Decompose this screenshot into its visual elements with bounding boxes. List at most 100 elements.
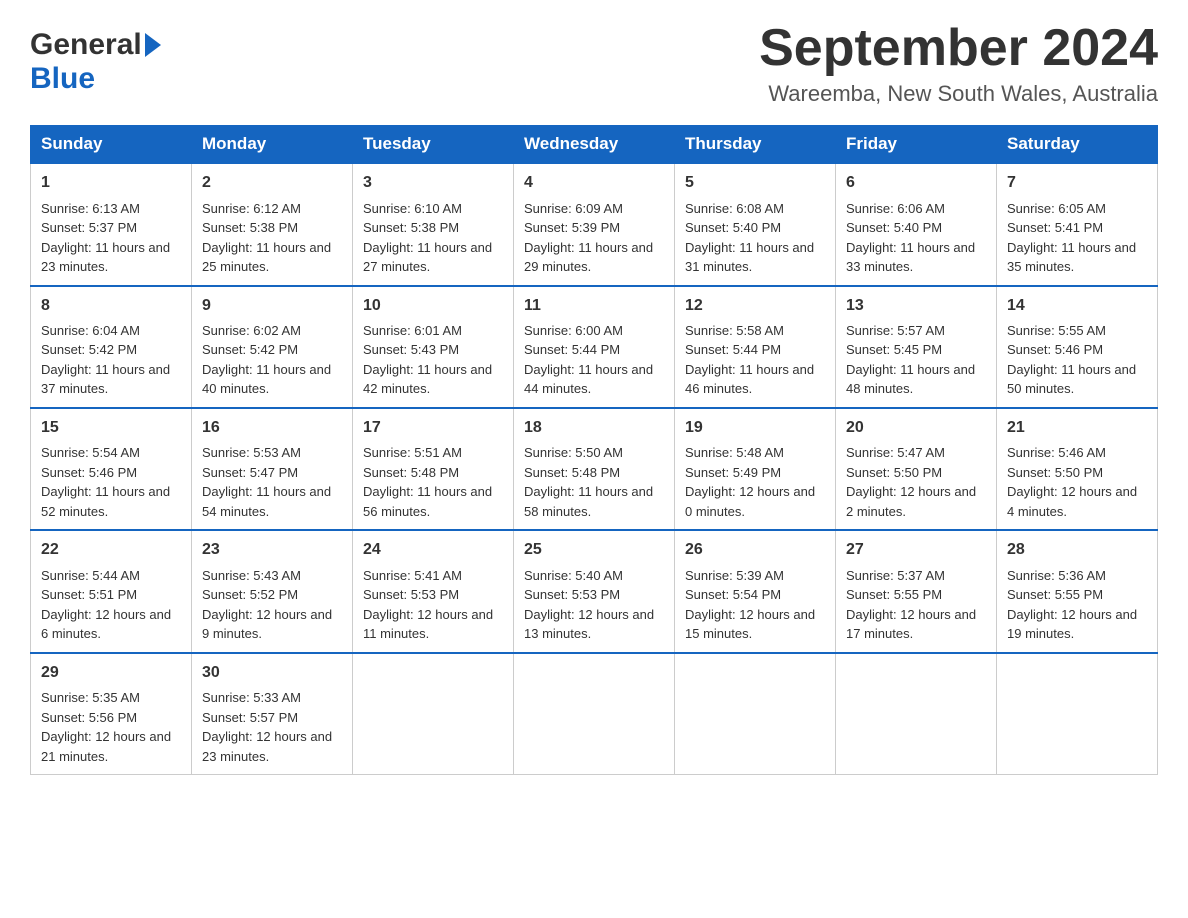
- day-number: 18: [524, 417, 664, 439]
- week-row-3: 15 Sunrise: 5:54 AMSunset: 5:46 PMDayligh…: [31, 408, 1158, 530]
- week-row-1: 1 Sunrise: 6:13 AMSunset: 5:37 PMDaylight…: [31, 163, 1158, 285]
- calendar-cell: 15 Sunrise: 5:54 AMSunset: 5:46 PMDayligh…: [31, 408, 192, 530]
- calendar-cell: 21 Sunrise: 5:46 AMSunset: 5:50 PMDayligh…: [997, 408, 1158, 530]
- day-info: Sunrise: 6:08 AMSunset: 5:40 PMDaylight:…: [685, 199, 825, 277]
- day-number: 29: [41, 662, 181, 684]
- day-number: 1: [41, 172, 181, 194]
- day-info: Sunrise: 5:48 AMSunset: 5:49 PMDaylight:…: [685, 443, 825, 521]
- logo: General Blue: [30, 20, 161, 96]
- page-header: General Blue September 2024 Wareemba, Ne…: [30, 20, 1158, 107]
- day-number: 7: [1007, 172, 1147, 194]
- calendar-cell: 28Sunrise: 5:36 AMSunset: 5:55 PMDayligh…: [997, 530, 1158, 652]
- calendar-cell: 18 Sunrise: 5:50 AMSunset: 5:48 PMDayligh…: [514, 408, 675, 530]
- calendar-cell: 19 Sunrise: 5:48 AMSunset: 5:49 PMDayligh…: [675, 408, 836, 530]
- day-info: Sunrise: 6:01 AMSunset: 5:43 PMDaylight:…: [363, 321, 503, 399]
- day-info: Sunrise: 5:50 AMSunset: 5:48 PMDaylight:…: [524, 443, 664, 521]
- calendar-cell: 20 Sunrise: 5:47 AMSunset: 5:50 PMDayligh…: [836, 408, 997, 530]
- day-number: 23: [202, 539, 342, 561]
- calendar-cell: 16 Sunrise: 5:53 AMSunset: 5:47 PMDayligh…: [192, 408, 353, 530]
- day-number: 20: [846, 417, 986, 439]
- day-info: Sunrise: 6:12 AMSunset: 5:38 PMDaylight:…: [202, 199, 342, 277]
- day-info: Sunrise: 6:09 AMSunset: 5:39 PMDaylight:…: [524, 199, 664, 277]
- day-info: Sunrise: 5:54 AMSunset: 5:46 PMDaylight:…: [41, 443, 181, 521]
- day-info: Sunrise: 5:41 AMSunset: 5:53 PMDaylight:…: [363, 566, 503, 644]
- logo-blue-text: Blue: [30, 62, 95, 96]
- col-header-thursday: Thursday: [675, 126, 836, 164]
- day-info: Sunrise: 5:46 AMSunset: 5:50 PMDaylight:…: [1007, 443, 1147, 521]
- calendar-cell: 26Sunrise: 5:39 AMSunset: 5:54 PMDayligh…: [675, 530, 836, 652]
- calendar-cell: 17 Sunrise: 5:51 AMSunset: 5:48 PMDayligh…: [353, 408, 514, 530]
- day-info: Sunrise: 6:02 AMSunset: 5:42 PMDaylight:…: [202, 321, 342, 399]
- calendar-cell: 24 Sunrise: 5:41 AMSunset: 5:53 PMDayligh…: [353, 530, 514, 652]
- calendar-cell: 29 Sunrise: 5:35 AMSunset: 5:56 PMDayligh…: [31, 653, 192, 775]
- day-info: Sunrise: 5:44 AMSunset: 5:51 PMDaylight:…: [41, 566, 181, 644]
- location-text: Wareemba, New South Wales, Australia: [759, 81, 1158, 107]
- calendar-cell: 1 Sunrise: 6:13 AMSunset: 5:37 PMDaylight…: [31, 163, 192, 285]
- day-info: Sunrise: 5:55 AMSunset: 5:46 PMDaylight:…: [1007, 321, 1147, 399]
- day-info: Sunrise: 5:47 AMSunset: 5:50 PMDaylight:…: [846, 443, 986, 521]
- calendar-cell: 13 Sunrise: 5:57 AMSunset: 5:45 PMDayligh…: [836, 286, 997, 408]
- calendar-table: SundayMondayTuesdayWednesdayThursdayFrid…: [30, 125, 1158, 775]
- day-number: 3: [363, 172, 503, 194]
- title-section: September 2024 Wareemba, New South Wales…: [759, 20, 1158, 107]
- calendar-cell: 10 Sunrise: 6:01 AMSunset: 5:43 PMDayligh…: [353, 286, 514, 408]
- calendar-cell: 4 Sunrise: 6:09 AMSunset: 5:39 PMDaylight…: [514, 163, 675, 285]
- calendar-cell: 2 Sunrise: 6:12 AMSunset: 5:38 PMDaylight…: [192, 163, 353, 285]
- day-info: Sunrise: 5:35 AMSunset: 5:56 PMDaylight:…: [41, 688, 181, 766]
- day-info: Sunrise: 6:05 AMSunset: 5:41 PMDaylight:…: [1007, 199, 1147, 277]
- day-number: 5: [685, 172, 825, 194]
- day-number: 13: [846, 295, 986, 317]
- calendar-cell: 11 Sunrise: 6:00 AMSunset: 5:44 PMDayligh…: [514, 286, 675, 408]
- day-number: 22: [41, 539, 181, 561]
- day-info: Sunrise: 5:40 AMSunset: 5:53 PMDaylight:…: [524, 566, 664, 644]
- day-info: Sunrise: 6:06 AMSunset: 5:40 PMDaylight:…: [846, 199, 986, 277]
- day-number: 4: [524, 172, 664, 194]
- month-title: September 2024: [759, 20, 1158, 77]
- day-number: 9: [202, 295, 342, 317]
- calendar-cell: 25Sunrise: 5:40 AMSunset: 5:53 PMDayligh…: [514, 530, 675, 652]
- calendar-cell: 6Sunrise: 6:06 AMSunset: 5:40 PMDaylight…: [836, 163, 997, 285]
- calendar-cell: 7 Sunrise: 6:05 AMSunset: 5:41 PMDaylight…: [997, 163, 1158, 285]
- calendar-cell: 30Sunrise: 5:33 AMSunset: 5:57 PMDayligh…: [192, 653, 353, 775]
- day-number: 19: [685, 417, 825, 439]
- day-info: Sunrise: 6:10 AMSunset: 5:38 PMDaylight:…: [363, 199, 503, 277]
- logo-general-text: General: [30, 28, 142, 62]
- calendar-cell: 3 Sunrise: 6:10 AMSunset: 5:38 PMDaylight…: [353, 163, 514, 285]
- calendar-cell: 22 Sunrise: 5:44 AMSunset: 5:51 PMDayligh…: [31, 530, 192, 652]
- day-number: 28: [1007, 539, 1147, 561]
- calendar-cell: [353, 653, 514, 775]
- day-info: Sunrise: 6:13 AMSunset: 5:37 PMDaylight:…: [41, 199, 181, 277]
- day-number: 12: [685, 295, 825, 317]
- day-number: 15: [41, 417, 181, 439]
- day-number: 21: [1007, 417, 1147, 439]
- calendar-cell: [675, 653, 836, 775]
- day-number: 14: [1007, 295, 1147, 317]
- calendar-cell: 12Sunrise: 5:58 AMSunset: 5:44 PMDayligh…: [675, 286, 836, 408]
- day-number: 2: [202, 172, 342, 194]
- calendar-cell: 8Sunrise: 6:04 AMSunset: 5:42 PMDaylight…: [31, 286, 192, 408]
- day-number: 8: [41, 295, 181, 317]
- calendar-cell: 14 Sunrise: 5:55 AMSunset: 5:46 PMDayligh…: [997, 286, 1158, 408]
- day-info: Sunrise: 6:00 AMSunset: 5:44 PMDaylight:…: [524, 321, 664, 399]
- calendar-cell: [514, 653, 675, 775]
- calendar-cell: 9 Sunrise: 6:02 AMSunset: 5:42 PMDaylight…: [192, 286, 353, 408]
- calendar-cell: 23 Sunrise: 5:43 AMSunset: 5:52 PMDayligh…: [192, 530, 353, 652]
- col-header-saturday: Saturday: [997, 126, 1158, 164]
- day-info: Sunrise: 5:53 AMSunset: 5:47 PMDaylight:…: [202, 443, 342, 521]
- col-header-monday: Monday: [192, 126, 353, 164]
- col-header-friday: Friday: [836, 126, 997, 164]
- day-info: Sunrise: 5:43 AMSunset: 5:52 PMDaylight:…: [202, 566, 342, 644]
- day-number: 11: [524, 295, 664, 317]
- day-info: Sunrise: 5:51 AMSunset: 5:48 PMDaylight:…: [363, 443, 503, 521]
- calendar-cell: 5 Sunrise: 6:08 AMSunset: 5:40 PMDaylight…: [675, 163, 836, 285]
- day-info: Sunrise: 5:57 AMSunset: 5:45 PMDaylight:…: [846, 321, 986, 399]
- col-header-tuesday: Tuesday: [353, 126, 514, 164]
- day-number: 30: [202, 662, 342, 684]
- day-number: 10: [363, 295, 503, 317]
- day-number: 24: [363, 539, 503, 561]
- col-header-wednesday: Wednesday: [514, 126, 675, 164]
- day-info: Sunrise: 5:37 AMSunset: 5:55 PMDaylight:…: [846, 566, 986, 644]
- day-number: 17: [363, 417, 503, 439]
- day-number: 16: [202, 417, 342, 439]
- day-info: Sunrise: 5:39 AMSunset: 5:54 PMDaylight:…: [685, 566, 825, 644]
